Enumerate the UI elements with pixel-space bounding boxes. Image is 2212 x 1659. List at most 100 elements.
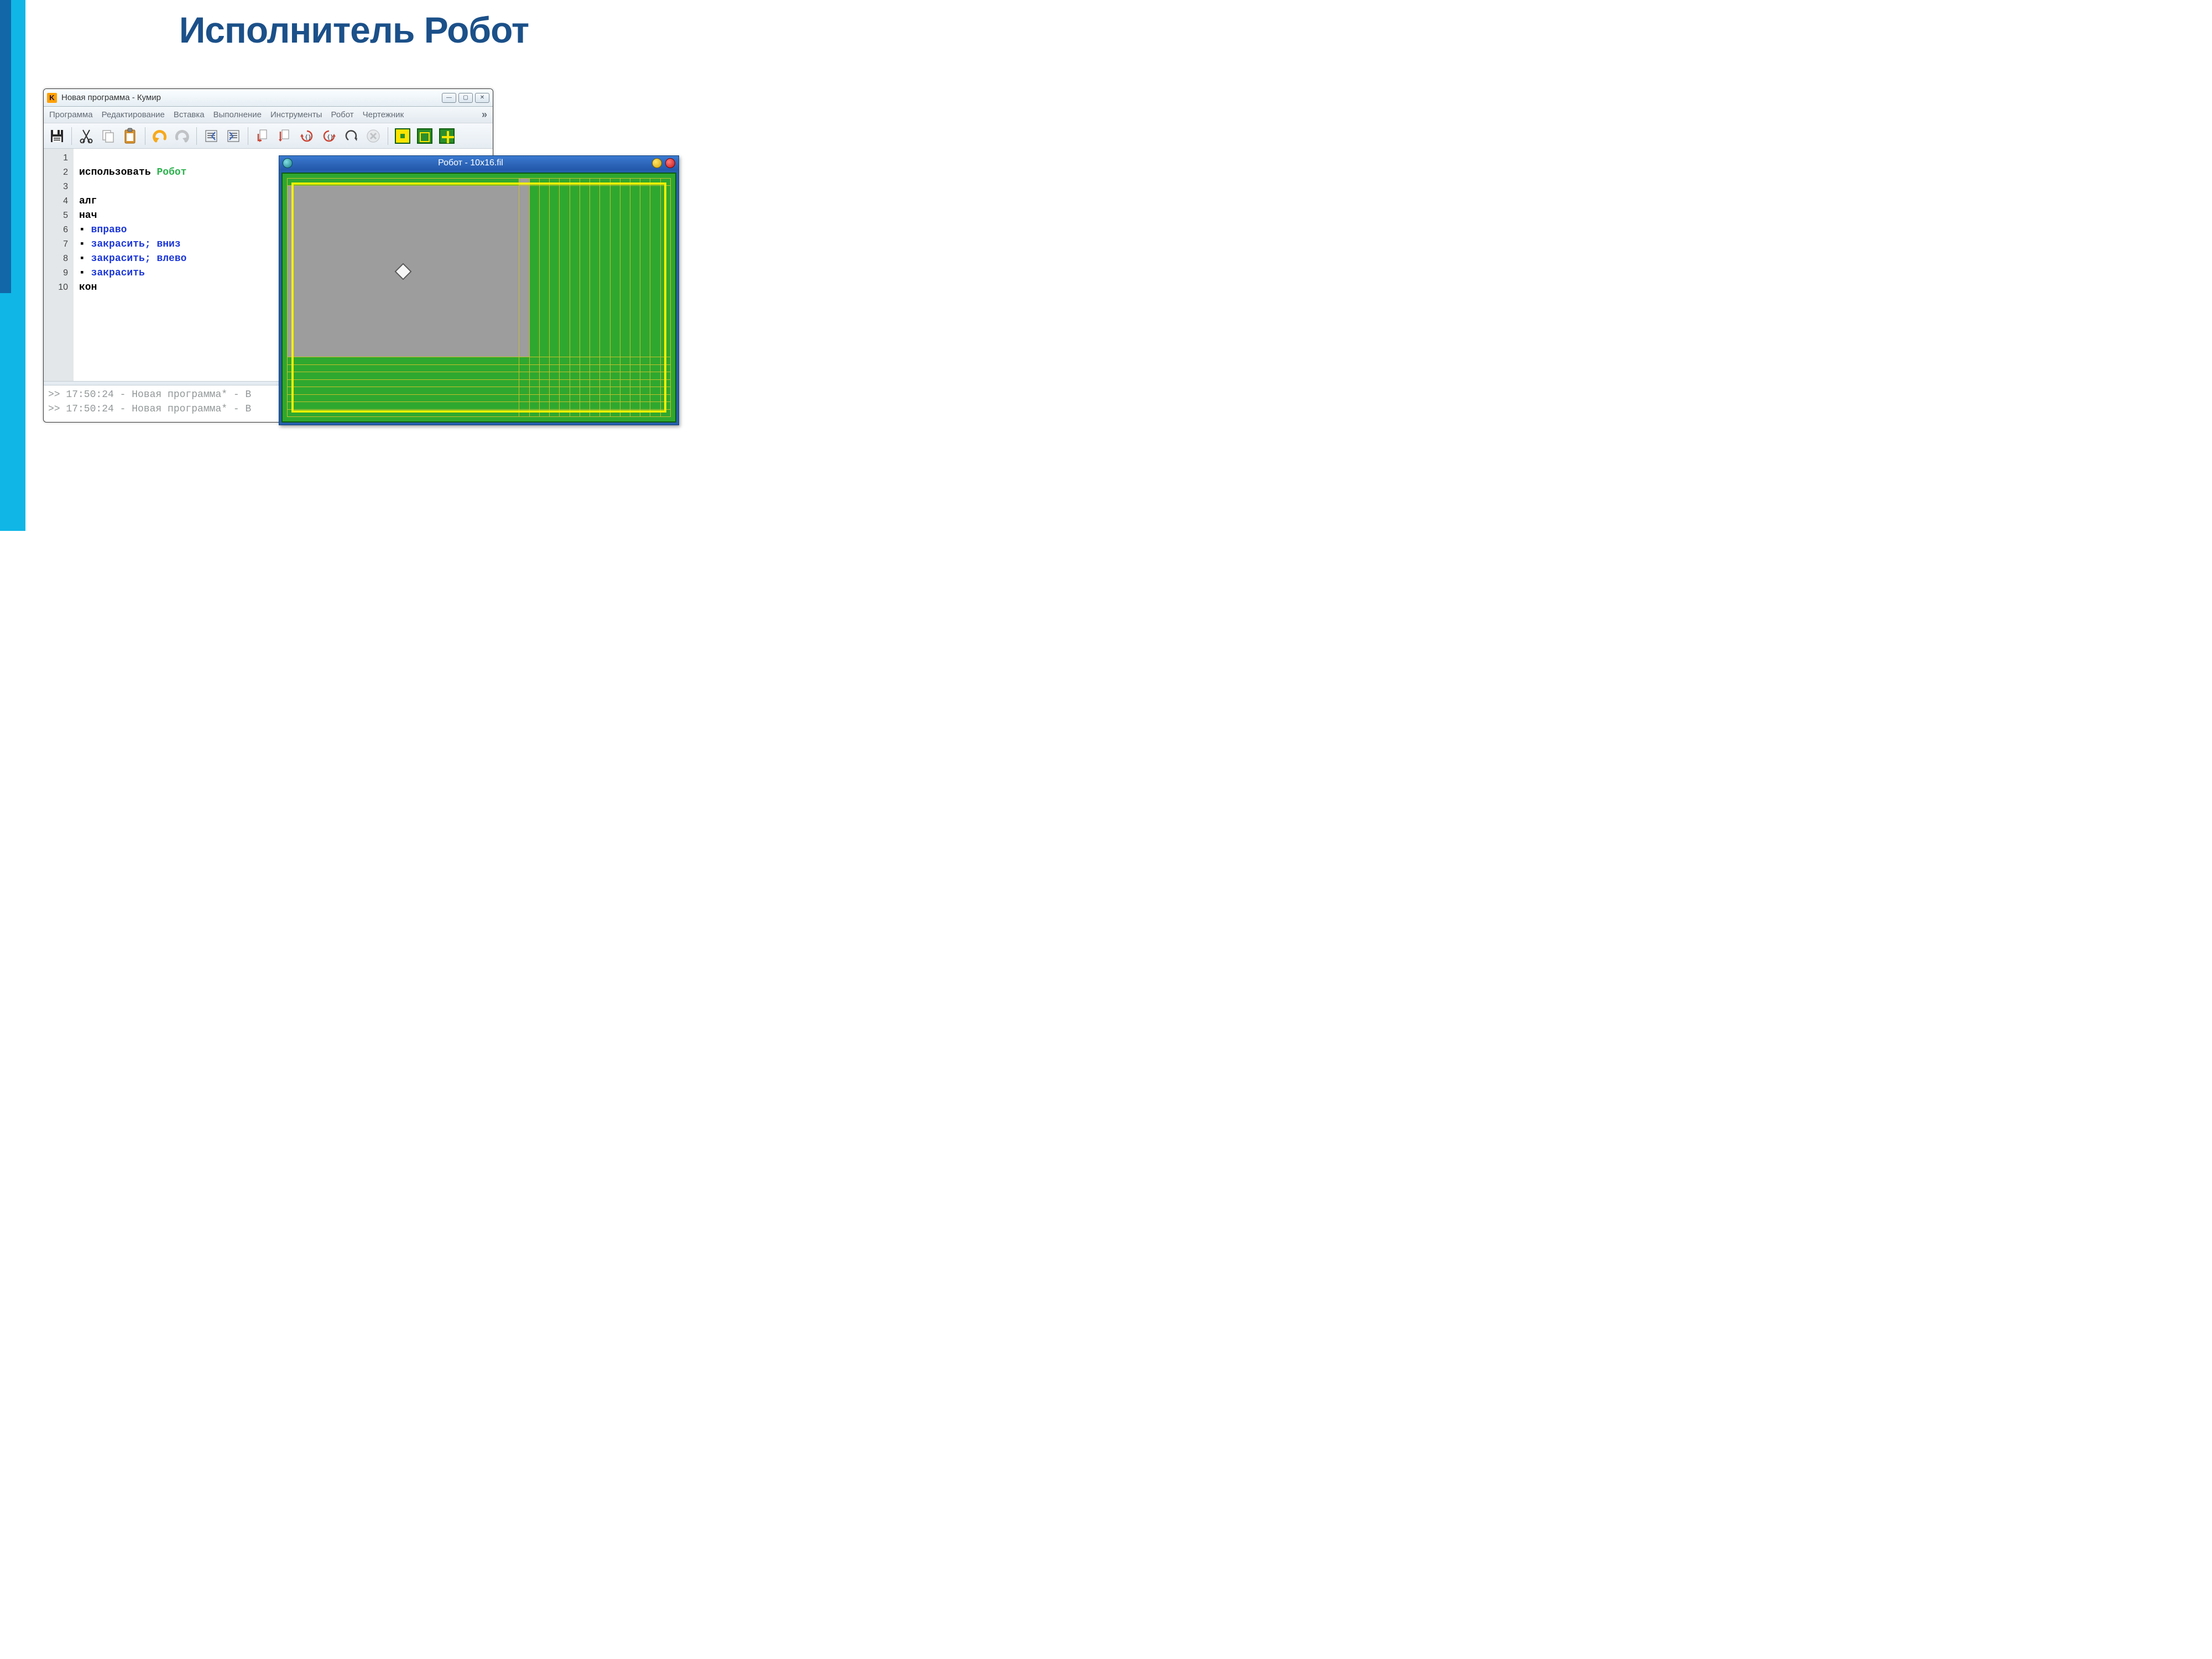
- grid-cell[interactable]: [570, 179, 580, 186]
- grid-cell[interactable]: [570, 372, 580, 379]
- grid-cell[interactable]: [529, 372, 539, 379]
- grid-cell[interactable]: [580, 409, 589, 416]
- grid-cell[interactable]: [600, 186, 610, 357]
- grid-cell[interactable]: [600, 357, 610, 364]
- grid-cell[interactable]: [288, 379, 519, 387]
- grid-cell[interactable]: [640, 379, 650, 387]
- grid-cell[interactable]: [288, 402, 519, 409]
- grid-cell[interactable]: [560, 387, 570, 394]
- grid-cell[interactable]: [620, 409, 630, 416]
- grid-cell[interactable]: [630, 179, 640, 186]
- grid-cell[interactable]: [580, 379, 589, 387]
- grid-cell[interactable]: [560, 379, 570, 387]
- redo-icon[interactable]: [173, 127, 191, 145]
- grid-cell[interactable]: [590, 387, 600, 394]
- grid-cell[interactable]: [529, 357, 539, 364]
- grid-cell[interactable]: [539, 186, 549, 357]
- grid-cell[interactable]: [640, 409, 650, 416]
- grid-cell[interactable]: [590, 402, 600, 409]
- grid-cell[interactable]: [650, 372, 660, 379]
- robot-grid-icon[interactable]: [394, 127, 411, 145]
- grid-cell[interactable]: [630, 364, 640, 372]
- grid-cell[interactable]: [570, 364, 580, 372]
- run-to-icon[interactable]: [342, 127, 360, 145]
- grid-cell[interactable]: [600, 379, 610, 387]
- grid-cell[interactable]: [529, 364, 539, 372]
- grid-cell[interactable]: [570, 357, 580, 364]
- grid-cell[interactable]: [580, 402, 589, 409]
- grid-cell[interactable]: [620, 179, 630, 186]
- grid-cell[interactable]: [660, 387, 670, 394]
- grid-cell[interactable]: [560, 394, 570, 401]
- grid-cell[interactable]: [600, 364, 610, 372]
- grid-cell[interactable]: [560, 402, 570, 409]
- save-icon[interactable]: [48, 127, 66, 145]
- grid-cell[interactable]: [580, 387, 589, 394]
- grid-cell[interactable]: [590, 357, 600, 364]
- grid-cell[interactable]: [570, 387, 580, 394]
- grid-cell[interactable]: [600, 394, 610, 401]
- menu-execute[interactable]: Выполнение: [213, 110, 262, 119]
- grid-cell[interactable]: [650, 186, 660, 357]
- grid-cell[interactable]: [539, 379, 549, 387]
- grid-cell[interactable]: [539, 372, 549, 379]
- grid-cell[interactable]: [650, 357, 660, 364]
- indent-icon[interactable]: [225, 127, 242, 145]
- window-maximize-button[interactable]: ▢: [458, 93, 473, 103]
- grid-cell[interactable]: [560, 372, 570, 379]
- grid-cell[interactable]: [519, 372, 529, 379]
- grid-cell[interactable]: [610, 357, 620, 364]
- grid-cell[interactable]: [610, 379, 620, 387]
- grid-cell[interactable]: [590, 364, 600, 372]
- grid-cell[interactable]: [630, 372, 640, 379]
- grid-cell[interactable]: [590, 379, 600, 387]
- grid-cell[interactable]: [560, 409, 570, 416]
- grid-cell[interactable]: [620, 364, 630, 372]
- grid-cell[interactable]: [529, 402, 539, 409]
- grid-cell[interactable]: [640, 364, 650, 372]
- grid-cell[interactable]: [570, 394, 580, 401]
- stop-icon[interactable]: [364, 127, 382, 145]
- grid-cell[interactable]: [550, 394, 560, 401]
- grid-cell[interactable]: [640, 372, 650, 379]
- grid-cell[interactable]: [539, 357, 549, 364]
- grid-cell[interactable]: [630, 357, 640, 364]
- grid-cell[interactable]: [630, 387, 640, 394]
- grid-cell[interactable]: [640, 357, 650, 364]
- grid-cell[interactable]: [519, 186, 529, 357]
- menu-insert[interactable]: Вставка: [174, 110, 205, 119]
- grid-cell[interactable]: [288, 394, 519, 401]
- grid-cell[interactable]: [288, 372, 519, 379]
- grid-cell[interactable]: [660, 402, 670, 409]
- grid-cell[interactable]: [539, 179, 549, 186]
- kumir-titlebar[interactable]: K Новая программа - Кумир — ▢ ✕: [44, 89, 493, 107]
- grid-cell[interactable]: [519, 364, 529, 372]
- grid-cell[interactable]: [620, 357, 630, 364]
- cut-icon[interactable]: [77, 127, 95, 145]
- paste-icon[interactable]: [122, 127, 139, 145]
- copy-icon[interactable]: [100, 127, 117, 145]
- grid-cell[interactable]: [550, 409, 560, 416]
- grid-cell[interactable]: [640, 387, 650, 394]
- robot-field[interactable]: [281, 173, 676, 422]
- grid-cell[interactable]: [580, 394, 589, 401]
- grid-cell[interactable]: [660, 186, 670, 357]
- grid-cell[interactable]: [519, 357, 529, 364]
- grid-cell[interactable]: [620, 402, 630, 409]
- grid-cell[interactable]: [519, 402, 529, 409]
- robot-grid[interactable]: [287, 178, 671, 417]
- grid-cell[interactable]: [610, 179, 620, 186]
- menu-tools[interactable]: Инструменты: [270, 110, 322, 119]
- menu-program[interactable]: Программа: [49, 110, 93, 119]
- grid-cell[interactable]: [529, 387, 539, 394]
- menu-more-icon[interactable]: »: [482, 109, 487, 121]
- grid-cell[interactable]: [560, 179, 570, 186]
- step-into-icon[interactable]: [276, 127, 294, 145]
- window-close-button[interactable]: ✕: [475, 93, 489, 103]
- grid-cell[interactable]: [590, 394, 600, 401]
- grid-cell[interactable]: [580, 372, 589, 379]
- grid-cell[interactable]: [620, 372, 630, 379]
- grid-cell[interactable]: [600, 402, 610, 409]
- grid-cell[interactable]: [580, 357, 589, 364]
- grid-cell[interactable]: [660, 409, 670, 416]
